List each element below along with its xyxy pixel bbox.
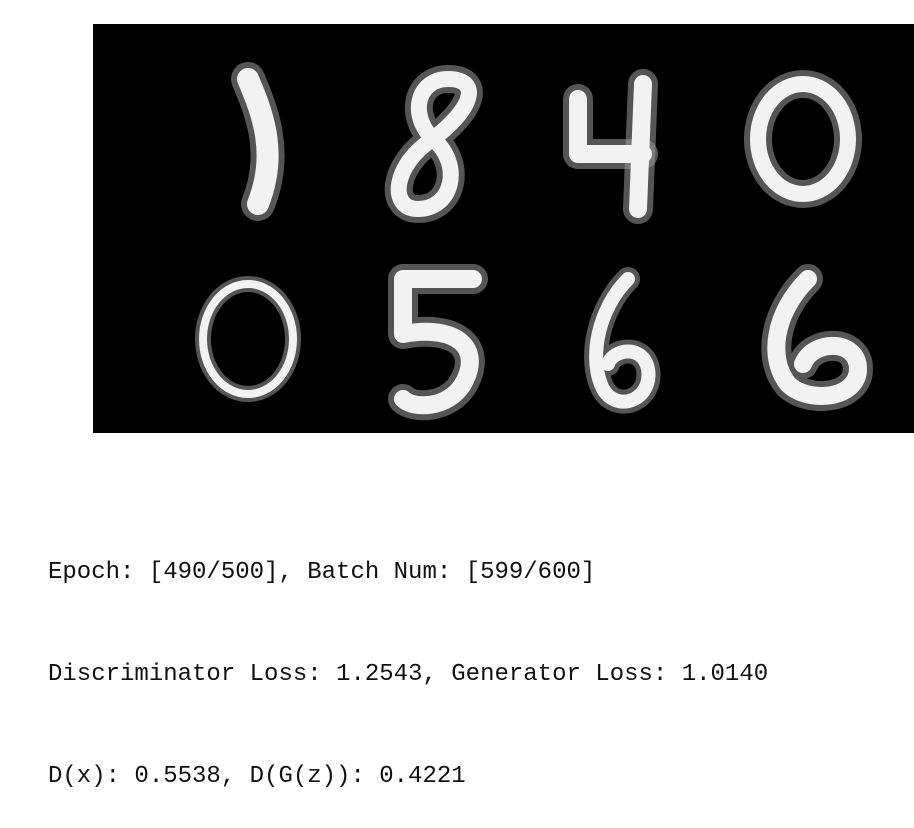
generated-digit-1 bbox=[153, 44, 343, 234]
generated-digit-5 bbox=[338, 239, 528, 429]
log-dx-line: D(x): 0.5538, D(G(z)): 0.4221 bbox=[48, 763, 466, 790]
training-log: Epoch: [490/500], Batch Num: [599/600] D… bbox=[48, 488, 768, 828]
generated-samples-image bbox=[93, 24, 914, 433]
generated-digit-0-thin bbox=[153, 239, 343, 429]
digit-grid bbox=[93, 24, 914, 433]
generated-digit-8 bbox=[338, 44, 528, 234]
log-loss-line: Discriminator Loss: 1.2543, Generator Lo… bbox=[48, 661, 769, 688]
generated-digit-6 bbox=[523, 239, 713, 429]
log-epoch-line: Epoch: [490/500], Batch Num: [599/600] bbox=[48, 559, 596, 586]
generated-digit-0 bbox=[708, 44, 898, 234]
generated-digit-4 bbox=[523, 44, 713, 234]
generated-digit-6-wide bbox=[708, 239, 898, 429]
